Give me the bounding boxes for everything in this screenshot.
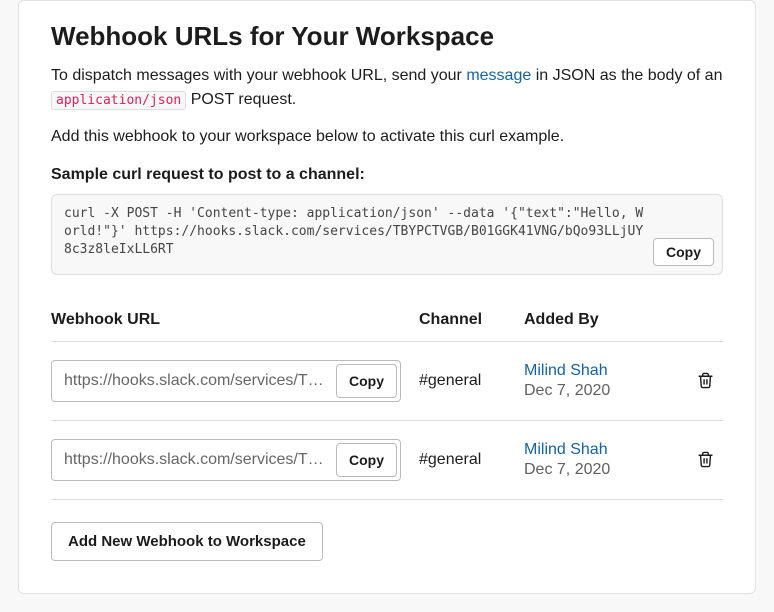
intro-text-1: To dispatch messages with your webhook U… — [51, 67, 466, 84]
channel-name: #general — [419, 372, 524, 390]
url-wrapper: Copy — [51, 439, 401, 481]
added-by-link[interactable]: Milind Shah — [524, 441, 693, 459]
message-link[interactable]: message — [466, 67, 531, 84]
intro-line-2: Add this webhook to your workspace below… — [51, 128, 723, 146]
copy-curl-button[interactable]: Copy — [653, 238, 714, 266]
sample-curl-code: curl -X POST -H 'Content-type: applicati… — [64, 205, 710, 260]
copy-url-button[interactable]: Copy — [336, 443, 397, 477]
add-webhook-button[interactable]: Add New Webhook to Workspace — [51, 522, 323, 561]
content-type-code: application/json — [51, 91, 186, 110]
delete-webhook-button[interactable] — [693, 448, 717, 472]
webhooks-card: Webhook URLs for Your Workspace To dispa… — [18, 0, 756, 594]
added-by-link[interactable]: Milind Shah — [524, 362, 693, 380]
intro-text-2: in JSON as the body of an — [536, 67, 723, 84]
channel-name: #general — [419, 451, 524, 469]
trash-icon — [697, 372, 714, 389]
delete-webhook-button[interactable] — [693, 369, 717, 393]
added-by-date: Dec 7, 2020 — [524, 461, 693, 479]
sample-curl-label: Sample curl request to post to a channel… — [51, 166, 723, 184]
copy-url-button[interactable]: Copy — [336, 364, 397, 398]
table-row: Copy #general Milind Shah Dec 7, 2020 — [51, 342, 723, 421]
added-by-date: Dec 7, 2020 — [524, 382, 693, 400]
header-addedby: Added By — [524, 311, 693, 329]
intro-paragraph: To dispatch messages with your webhook U… — [51, 64, 723, 112]
header-url: Webhook URL — [51, 311, 419, 329]
intro-text-3: POST request. — [191, 91, 297, 108]
trash-icon — [697, 451, 714, 468]
url-wrapper: Copy — [51, 360, 401, 402]
table-row: Copy #general Milind Shah Dec 7, 2020 — [51, 421, 723, 500]
sample-curl-block: curl -X POST -H 'Content-type: applicati… — [51, 194, 723, 275]
table-header: Webhook URL Channel Added By — [51, 299, 723, 342]
page-title: Webhook URLs for Your Workspace — [51, 21, 723, 52]
header-channel: Channel — [419, 311, 524, 329]
